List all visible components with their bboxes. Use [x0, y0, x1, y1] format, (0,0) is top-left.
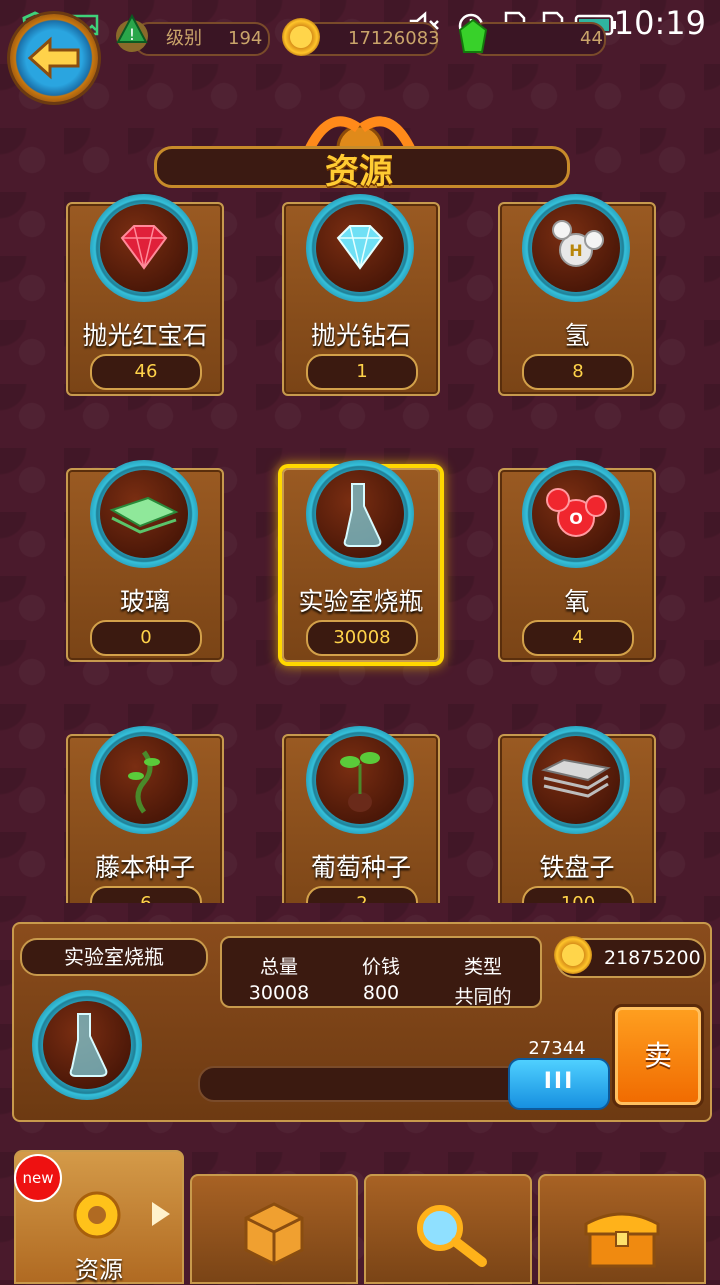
- resource-card[interactable]: 玻璃 0: [66, 460, 224, 662]
- resource-card[interactable]: 葡萄种子 2: [282, 726, 440, 903]
- gear-frame: [306, 726, 414, 834]
- resource-card[interactable]: O 氧 4: [498, 460, 656, 662]
- resource-count: 1: [306, 354, 418, 390]
- warning-icon: !: [112, 10, 152, 54]
- resource-name: 抛光红宝石: [82, 321, 208, 350]
- new-badge: new: [14, 1154, 62, 1202]
- resource-card[interactable]: H 氢 8: [498, 194, 656, 396]
- price-label: 价钱: [361, 956, 400, 978]
- type-value: 共同的: [454, 986, 512, 1008]
- svg-text:O: O: [569, 509, 583, 528]
- level-value: 194: [228, 28, 263, 49]
- gear-icon: [73, 1191, 121, 1239]
- iron-plate-icon: [541, 758, 611, 798]
- resource-count: 2: [306, 886, 418, 903]
- resource-name: 抛光钻石: [310, 321, 411, 350]
- quantity-slider-handle[interactable]: III: [508, 1058, 610, 1110]
- total-label: 总量: [259, 956, 298, 978]
- gear-frame: [306, 460, 414, 568]
- resource-name: 铁盘子: [539, 853, 615, 882]
- resource-card[interactable]: 铁盘子 100: [498, 726, 656, 903]
- grape-seed-icon: [340, 752, 380, 812]
- flask-icon: [69, 1013, 108, 1077]
- diamond-icon: [336, 225, 384, 270]
- resource-name: 葡萄种子: [310, 853, 411, 882]
- resource-name: 玻璃: [119, 587, 170, 616]
- resource-grid[interactable]: 抛光红宝石 46 抛光钻石 1 H 氢 8 玻璃 0 实验室烧瓶 30008 O…: [0, 190, 720, 903]
- price-value: 800: [362, 982, 400, 1004]
- treasure-chest-icon: [584, 1212, 660, 1268]
- page-title: 资源: [325, 152, 393, 192]
- resource-card[interactable]: 抛光红宝石 46: [66, 194, 224, 396]
- clock: 10:19: [613, 4, 706, 42]
- svg-text:!: !: [129, 25, 135, 44]
- resource-count: 100: [522, 886, 634, 903]
- resource-name: 实验室烧瓶: [298, 587, 424, 616]
- total-value: 30008: [248, 982, 310, 1004]
- green-gem-icon: [452, 16, 494, 58]
- gem-value: 44: [580, 28, 603, 49]
- resource-count: 8: [522, 354, 634, 390]
- stats-box: 总量 30008 价钱 800 类型 共同的: [220, 936, 542, 1008]
- gear-frame: [522, 726, 630, 834]
- hydrogen-icon: H: [552, 220, 604, 267]
- coin-icon: [554, 936, 592, 974]
- resource-name: 氢: [564, 321, 590, 350]
- vine-seed-icon: [128, 750, 160, 814]
- sell-button[interactable]: 卖: [612, 1004, 704, 1108]
- type-label: 类型: [463, 956, 502, 978]
- flask-icon: [343, 483, 382, 547]
- level-display: 级别 194: [134, 22, 270, 56]
- resource-name: 藤本种子: [94, 853, 195, 882]
- resource-name: 氧: [564, 587, 590, 616]
- gear-frame: O: [522, 460, 630, 568]
- gear-frame: [306, 194, 414, 302]
- level-label: 级别: [166, 28, 202, 49]
- play-arrow-icon: [152, 1202, 170, 1226]
- resource-count: 6: [90, 886, 202, 903]
- quantity-slider-value: 27344: [528, 1038, 586, 1059]
- gear-frame: [90, 726, 198, 834]
- selected-resource-name: 实验室烧瓶: [20, 938, 208, 976]
- resource-count: 0: [90, 620, 202, 656]
- gear-frame: H: [522, 194, 630, 302]
- resource-count: 46: [90, 354, 202, 390]
- selected-resource-icon: [32, 990, 142, 1100]
- gear-frame: [90, 460, 198, 568]
- resource-count: 30008: [306, 620, 418, 656]
- nav-search-tab[interactable]: [364, 1174, 532, 1284]
- sale-total-value: 21875200: [604, 947, 701, 969]
- resource-count: 4: [522, 620, 634, 656]
- oxygen-icon: O: [546, 488, 607, 537]
- resource-card[interactable]: 藤本种子 6: [66, 726, 224, 903]
- coin-icon: [282, 18, 320, 56]
- gear-frame: [90, 194, 198, 302]
- red-gem-icon: [120, 225, 168, 270]
- coin-value: 17126083: [348, 28, 440, 49]
- svg-text:H: H: [569, 241, 582, 260]
- dice-cube-icon: [244, 1202, 304, 1266]
- nav-dice-tab[interactable]: [190, 1174, 358, 1284]
- back-arrow-icon: [27, 36, 80, 80]
- resource-card[interactable]: 抛光钻石 1: [282, 194, 440, 396]
- resource-card-selected[interactable]: 实验室烧瓶 30008: [282, 460, 440, 662]
- back-button[interactable]: [10, 14, 98, 102]
- magnifier-icon: [417, 1205, 487, 1267]
- glass-icon: [109, 496, 179, 534]
- nav-chest-tab[interactable]: [538, 1174, 706, 1284]
